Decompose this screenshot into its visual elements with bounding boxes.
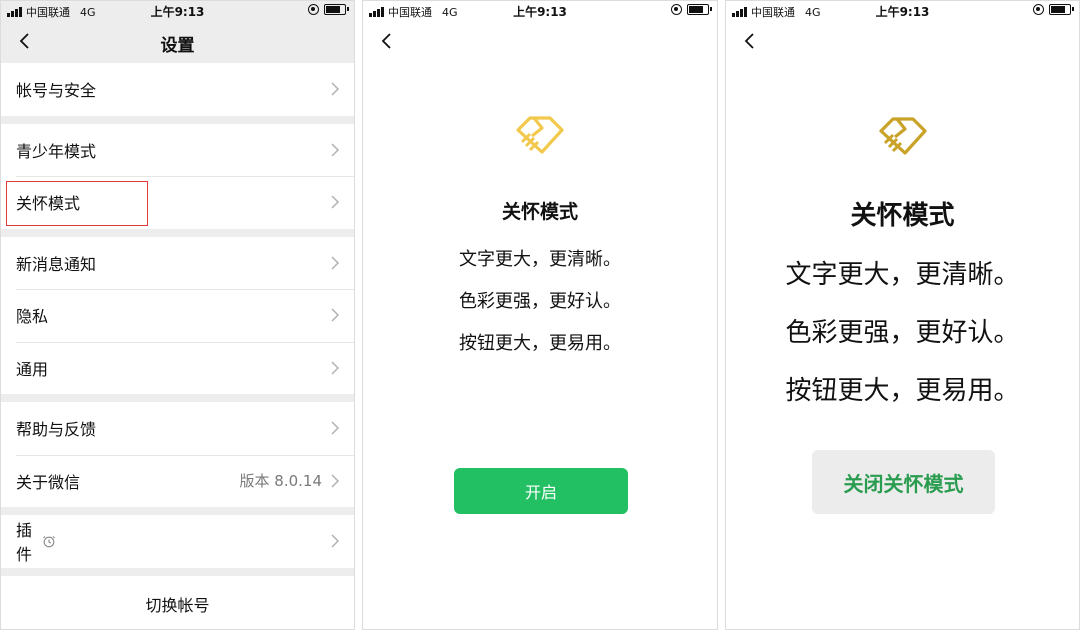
care-mode-title: 关怀模式 bbox=[850, 201, 955, 231]
feature-line-color: 色彩更强，更好认。 bbox=[459, 291, 621, 312]
rotation-lock-icon bbox=[308, 4, 319, 15]
menu-item-notifications[interactable]: 新消息通知 bbox=[1, 237, 354, 290]
care-mode-title: 关怀模式 bbox=[501, 201, 578, 223]
item-label: 帐号与安全 bbox=[16, 81, 97, 101]
battery-icon bbox=[687, 4, 712, 15]
group-modes: 青少年模式 关怀模式 bbox=[1, 123, 354, 229]
page-title: 设置 bbox=[160, 36, 195, 56]
status-bar: 中国联通 4G 上午9:13 bbox=[363, 1, 717, 21]
group-plugins: 插件 bbox=[1, 515, 354, 568]
care-mode-active-screen: 中国联通 4G 上午9:13 关怀模式 文字更大，更清晰。 色彩更强，更好认。 … bbox=[725, 0, 1080, 630]
chevron-right-icon bbox=[331, 308, 340, 322]
item-label: 新消息通知 bbox=[16, 254, 97, 274]
care-heart-hand-icon bbox=[516, 116, 564, 154]
menu-item-plugins[interactable]: 插件 bbox=[1, 515, 354, 568]
rotation-lock-icon bbox=[671, 4, 682, 15]
rotation-lock-icon bbox=[1033, 4, 1044, 15]
item-label: 通用 bbox=[16, 359, 49, 379]
battery-icon bbox=[1049, 4, 1074, 15]
back-icon[interactable] bbox=[740, 31, 760, 51]
item-label: 隐私 bbox=[16, 307, 49, 327]
group-general: 新消息通知 隐私 通用 bbox=[1, 236, 354, 395]
care-heart-hand-icon bbox=[878, 117, 927, 155]
group-help: 帮助与反馈 关于微信 版本 8.0.14 bbox=[1, 402, 354, 507]
chevron-right-icon bbox=[331, 82, 340, 96]
item-label: 关怀模式 bbox=[16, 194, 81, 214]
feature-line-button: 按钮更大，更易用。 bbox=[785, 376, 1020, 406]
chevron-right-icon bbox=[331, 195, 340, 209]
menu-item-privacy[interactable]: 隐私 bbox=[1, 289, 354, 342]
menu-item-care-mode[interactable]: 关怀模式 bbox=[1, 176, 354, 229]
settings-screen: 中国联通 4G 上午9:13 设置 帐号与安全 青少年模式 关怀模式 新消息通知… bbox=[0, 0, 355, 630]
chevron-right-icon bbox=[331, 361, 340, 375]
disable-care-mode-button[interactable]: 关闭关怀模式 bbox=[812, 450, 995, 514]
item-label: 插件 bbox=[16, 521, 33, 565]
plugin-clock-icon bbox=[43, 536, 55, 548]
status-time: 上午9:13 bbox=[513, 5, 567, 19]
status-bar: 中国联通 4G 上午9:13 bbox=[726, 1, 1079, 21]
group-account: 帐号与安全 bbox=[1, 63, 354, 116]
status-bar: 中国联通 4G 上午9:13 bbox=[1, 1, 354, 21]
chevron-right-icon bbox=[331, 421, 340, 435]
nav-bar bbox=[726, 21, 1079, 63]
feature-line-text: 文字更大，更清晰。 bbox=[785, 260, 1020, 290]
enable-care-mode-button[interactable]: 开启 bbox=[454, 468, 628, 514]
status-time: 上午9:13 bbox=[875, 5, 930, 19]
menu-item-teen-mode[interactable]: 青少年模式 bbox=[1, 124, 354, 177]
version-label: 版本 8.0.14 bbox=[239, 472, 322, 491]
item-label: 青少年模式 bbox=[16, 141, 97, 161]
feature-line-text: 文字更大，更清晰。 bbox=[459, 249, 621, 270]
switch-account-button[interactable]: 切换帐号 bbox=[1, 576, 354, 629]
back-icon[interactable] bbox=[377, 31, 397, 51]
menu-item-account-security[interactable]: 帐号与安全 bbox=[1, 63, 354, 116]
menu-item-about-wechat[interactable]: 关于微信 版本 8.0.14 bbox=[1, 454, 354, 508]
care-mode-intro-screen: 中国联通 4G 上午9:13 关怀模式 文字更大，更清晰。 色彩更强，更好认。 … bbox=[362, 0, 718, 630]
battery-icon bbox=[324, 4, 349, 15]
item-label: 帮助与反馈 bbox=[16, 420, 97, 440]
chevron-right-icon bbox=[331, 534, 340, 548]
chevron-right-icon bbox=[331, 143, 340, 157]
status-time: 上午9:13 bbox=[150, 5, 205, 19]
nav-bar: 设置 bbox=[1, 21, 354, 63]
menu-item-help-feedback[interactable]: 帮助与反馈 bbox=[1, 402, 354, 455]
chevron-right-icon bbox=[331, 256, 340, 270]
nav-bar bbox=[363, 21, 717, 63]
feature-line-button: 按钮更大，更易用。 bbox=[459, 333, 621, 354]
settings-menu: 帐号与安全 青少年模式 关怀模式 新消息通知 隐私 通用 帮助与反馈 关于微信 … bbox=[1, 63, 354, 576]
chevron-right-icon bbox=[331, 474, 340, 488]
feature-line-color: 色彩更强，更好认。 bbox=[785, 318, 1020, 348]
item-label: 关于微信 bbox=[16, 472, 81, 492]
menu-item-general[interactable]: 通用 bbox=[1, 341, 354, 395]
